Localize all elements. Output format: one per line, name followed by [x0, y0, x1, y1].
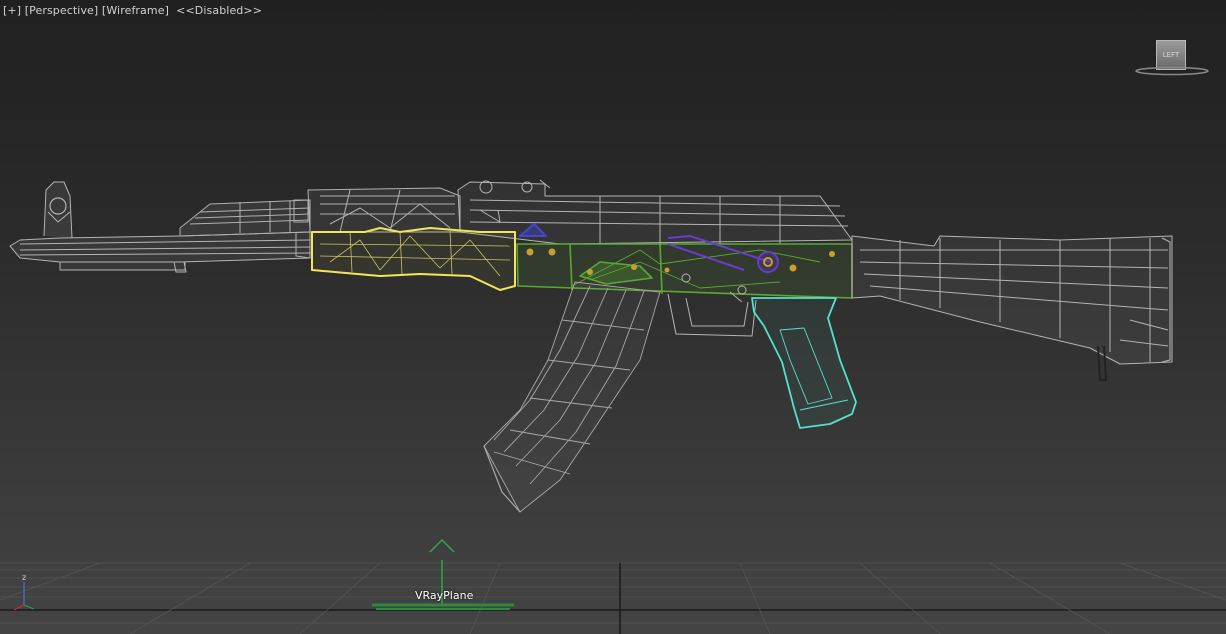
viewcube-compass-ring[interactable] [1134, 66, 1210, 76]
viewcube[interactable]: LEFT [1132, 38, 1212, 78]
axis-z-label: z [22, 573, 26, 582]
magazine-mesh[interactable] [483, 281, 661, 513]
rifle-wireframe[interactable] [9, 179, 1173, 513]
lower-handguard-selected[interactable] [311, 227, 516, 291]
3d-viewport[interactable]: [+] [Perspective] [Wireframe] <<Disabled… [0, 0, 1226, 634]
pistol-grip-mesh[interactable] [751, 297, 857, 429]
scene-canvas[interactable]: z [0, 0, 1226, 634]
ground-grid [0, 562, 1226, 634]
dust-cover-mesh[interactable] [457, 179, 853, 245]
receiver-mesh[interactable] [516, 243, 853, 299]
axis-tripod-icon: z [13, 573, 35, 611]
vrayplane-label: VRayPlane [415, 589, 474, 602]
stock-mesh[interactable] [851, 235, 1173, 381]
